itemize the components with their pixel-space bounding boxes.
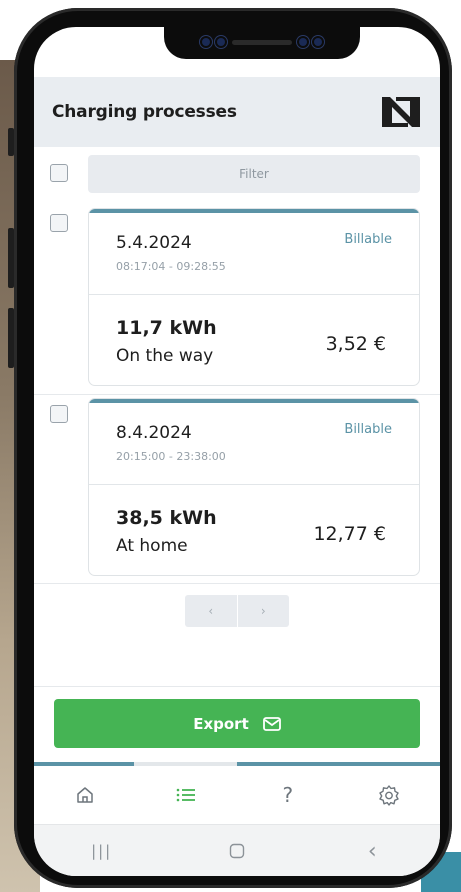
brand-logo-icon [382,97,420,127]
session-location: On the way [116,346,214,366]
camera-icon [217,38,225,46]
next-page-button[interactable]: › [236,595,289,627]
help-icon: ? [282,783,294,807]
home-square-icon [229,843,245,859]
session-time: 20:15:00 - 23:38:00 [116,450,226,463]
card-accent-bar [89,399,419,403]
session-card[interactable]: 8.4.2024 20:15:00 - 23:38:00 Billable 38… [88,398,420,576]
tab-bar: ? [34,766,440,824]
page-title: Charging processes [52,102,237,122]
volume-up-button [8,228,14,288]
tab-list[interactable] [136,766,238,824]
session-date: 5.4.2024 [116,233,192,253]
row-divider [34,583,440,584]
footer-divider [34,686,440,687]
session-location: At home [116,536,188,556]
sensor-icon [202,38,210,46]
card-divider [89,484,419,485]
session-checkbox[interactable] [50,214,68,232]
mute-switch [8,128,14,156]
card-accent-bar [89,209,419,213]
pagination: ‹ › [185,595,289,627]
session-date: 8.4.2024 [116,423,192,443]
home-icon [77,787,93,803]
session-energy: 11,7 kWh [116,317,217,339]
billable-badge: Billable [344,422,392,437]
tab-settings[interactable] [339,766,441,824]
camera-icon [299,38,307,46]
row-divider [34,394,440,395]
recents-button[interactable]: ||| [34,825,169,876]
billable-badge: Billable [344,232,392,247]
home-system-button[interactable] [169,825,304,876]
back-system-button[interactable]: ‹ [305,825,440,876]
volume-down-button [8,308,14,368]
tab-help[interactable]: ? [237,766,339,824]
list-icon [176,788,196,802]
card-divider [89,294,419,295]
session-card[interactable]: 5.4.2024 08:17:04 - 09:28:55 Billable 11… [88,208,420,386]
session-checkbox[interactable] [50,405,68,423]
session-energy: 38,5 kWh [116,507,217,529]
export-label: Export [193,714,249,733]
session-time: 08:17:04 - 09:28:55 [116,260,226,273]
camera-notch [164,27,360,59]
mail-icon [262,716,281,731]
speaker-grille [232,39,292,45]
gear-icon [379,785,399,806]
app-screen: Charging processes Filter 5.4.2024 08:17… [34,27,440,876]
prev-page-button[interactable]: ‹ [185,595,237,627]
sensor-icon [314,38,322,46]
session-price: 12,77 € [313,523,386,545]
tab-home[interactable] [34,766,136,824]
system-navigation-bar: ||| ‹ [34,824,440,876]
export-button[interactable]: Export [54,699,420,748]
filter-button[interactable]: Filter [88,155,420,193]
app-header: Charging processes [34,77,440,147]
session-price: 3,52 € [325,333,386,355]
select-all-checkbox[interactable] [50,164,68,182]
